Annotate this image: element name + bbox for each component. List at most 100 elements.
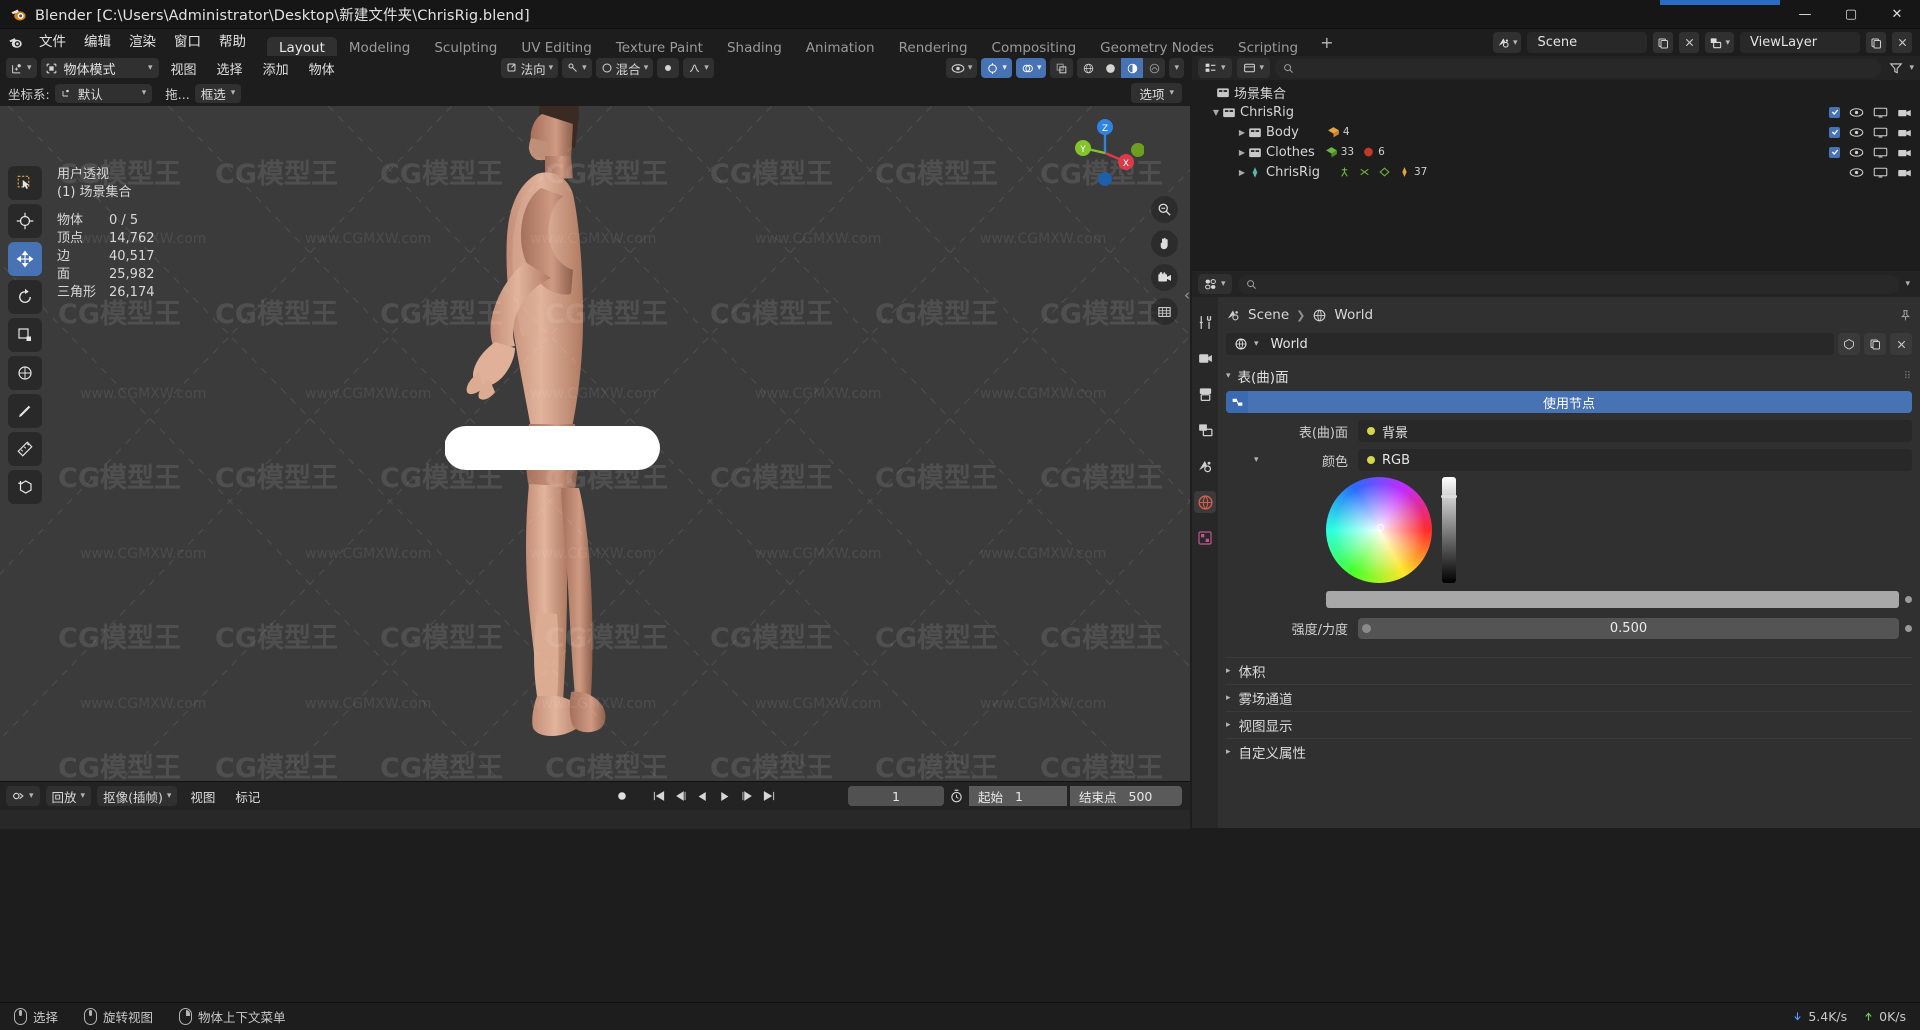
viewlayer-name-field[interactable]: ViewLayer: [1740, 32, 1860, 53]
sidebar-collapse-icon[interactable]: ‹: [1184, 286, 1190, 304]
outliner-row-chrisrig-collection[interactable]: ▼ ChrisRig: [1192, 102, 1920, 122]
hide-in-viewport-icon[interactable]: [1849, 167, 1864, 178]
timeline-menu-marker[interactable]: 标记: [228, 787, 267, 806]
viewport-menu-select[interactable]: 选择: [209, 59, 251, 78]
record-button[interactable]: [612, 786, 631, 806]
frame-end-field[interactable]: 结束点 500: [1070, 786, 1182, 806]
snap-toggle-button[interactable]: ▾: [562, 58, 592, 78]
color-wheel[interactable]: [1326, 477, 1432, 583]
interaction-mode-selector[interactable]: 物体模式 ▾: [40, 58, 159, 78]
scale-tool-button[interactable]: [8, 318, 42, 352]
viewport-menu-object[interactable]: 物体: [301, 59, 343, 78]
gizmo-toggle-button[interactable]: ▾: [981, 58, 1012, 78]
ortho-persp-toggle-icon[interactable]: [1151, 298, 1178, 325]
strength-drag-knob[interactable]: [1362, 624, 1371, 633]
animate-property-dot-icon[interactable]: [1905, 625, 1912, 632]
visibility-selector[interactable]: ▾: [945, 58, 978, 78]
surface-panel-header[interactable]: ▾ 表(曲)面 ⠿: [1226, 363, 1912, 389]
auto-key-icon[interactable]: [947, 786, 966, 806]
timeline-editor-type-button[interactable]: ▾: [6, 786, 40, 806]
timeline-menu-view[interactable]: 视图: [183, 787, 222, 806]
outliner-row-clothes[interactable]: ▶ Clothes 33 6: [1192, 142, 1920, 162]
add-workspace-button[interactable]: +: [1310, 29, 1343, 56]
orientation-value-field[interactable]: 默认 ▾: [54, 83, 153, 103]
volume-panel-header[interactable]: ▸ 体积: [1226, 657, 1912, 684]
add-cube-tool-button[interactable]: [8, 470, 42, 504]
solid-shading-button[interactable]: [1099, 58, 1121, 78]
minimize-button[interactable]: —: [1782, 0, 1828, 29]
exclude-checkbox[interactable]: [1829, 146, 1840, 158]
use-nodes-button[interactable]: 使用节点: [1226, 391, 1912, 413]
outliner-row-scene-collection[interactable]: 场景集合: [1192, 82, 1920, 102]
cursor-tool-button[interactable]: [8, 204, 42, 238]
outliner-editor-type-button[interactable]: ▾: [1198, 58, 1232, 78]
properties-search-input[interactable]: [1237, 274, 1900, 294]
current-frame-field[interactable]: 1: [848, 786, 944, 806]
world-datablock-selector[interactable]: ▾ World: [1226, 333, 1834, 355]
tool-properties-tab[interactable]: [1194, 311, 1216, 333]
fake-user-button[interactable]: [1838, 333, 1860, 355]
shading-mode-group[interactable]: [1077, 58, 1166, 78]
measure-tool-button[interactable]: [8, 432, 42, 466]
expander-icon[interactable]: ▶: [1236, 148, 1248, 157]
pin-icon[interactable]: [1899, 309, 1912, 322]
disable-in-viewports-icon[interactable]: [1873, 126, 1888, 138]
disable-in-renders-icon[interactable]: [1897, 127, 1912, 138]
camera-view-icon[interactable]: [1151, 264, 1178, 291]
surface-type-value[interactable]: 背景: [1358, 420, 1912, 442]
delete-scene-button[interactable]: [1679, 32, 1700, 53]
play-button[interactable]: [715, 786, 734, 806]
chevron-down-icon[interactable]: ▾: [1905, 279, 1914, 289]
filter-icon[interactable]: [1886, 58, 1905, 78]
proportional-falloff-toggle[interactable]: [657, 58, 680, 78]
jump-to-start-button[interactable]: [649, 786, 668, 806]
disable-in-viewports-icon[interactable]: [1873, 166, 1888, 178]
exclude-checkbox[interactable]: [1829, 126, 1840, 138]
viewport-menu-add[interactable]: 添加: [255, 59, 297, 78]
tweak-tool-button[interactable]: [8, 166, 42, 200]
xray-toggle-button[interactable]: [1050, 58, 1074, 78]
viewlayer-properties-tab[interactable]: [1194, 419, 1216, 441]
move-tool-button[interactable]: [8, 242, 42, 276]
navigation-gizmo[interactable]: Z X Y: [1066, 114, 1144, 192]
previous-keyframe-button[interactable]: [671, 786, 690, 806]
viewport-display-panel-header[interactable]: ▸ 视图显示: [1226, 711, 1912, 738]
play-reverse-button[interactable]: [693, 786, 712, 806]
jump-to-end-button[interactable]: [759, 786, 778, 806]
menu-window[interactable]: 窗口: [165, 29, 210, 56]
render-properties-tab[interactable]: [1194, 347, 1216, 369]
strength-value-field[interactable]: 0.500: [1358, 618, 1899, 639]
timeline-editor[interactable]: ▾ 回放 ▾ 抠像(插帧) ▾ 视图 标记 1 起始 1 结束点 500: [0, 781, 1190, 829]
properties-editor[interactable]: ▾ ▾ Scene ❯ World ▾ World ▾ 表(曲)面 ⠿ 使用节点…: [1192, 271, 1920, 828]
drag-action-field[interactable]: 框选 ▾: [194, 83, 242, 103]
maximize-button[interactable]: ▢: [1828, 0, 1874, 29]
outliner-row-chrisrig-armature[interactable]: ▶ ChrisRig 37: [1192, 162, 1920, 182]
world-properties-tab[interactable]: [1194, 491, 1216, 513]
scene-browse-icon[interactable]: ▾: [1492, 32, 1522, 53]
annotate-tool-button[interactable]: [8, 394, 42, 428]
expander-icon[interactable]: ▼: [1210, 108, 1222, 117]
outliner-row-body[interactable]: ▶ Body 4: [1192, 122, 1920, 142]
viewport-menu-view[interactable]: 视图: [163, 59, 205, 78]
outliner-display-mode-button[interactable]: ▾: [1236, 58, 1271, 78]
hide-in-viewport-icon[interactable]: [1849, 127, 1864, 138]
disable-in-renders-icon[interactable]: [1897, 107, 1912, 118]
disable-in-viewports-icon[interactable]: [1873, 146, 1888, 158]
chevron-down-icon[interactable]: ▾: [1254, 455, 1259, 465]
delete-viewlayer-button[interactable]: [1892, 32, 1912, 53]
shading-options-dropdown[interactable]: ▾: [1169, 58, 1184, 78]
expander-icon[interactable]: ▶: [1236, 168, 1248, 177]
hide-in-viewport-icon[interactable]: [1849, 147, 1864, 158]
unlink-world-button[interactable]: [1890, 333, 1912, 355]
scene-name-field[interactable]: Scene: [1527, 32, 1648, 53]
pan-hand-icon[interactable]: [1151, 230, 1178, 257]
outliner-search-input[interactable]: [1275, 58, 1882, 78]
viewport-options-button[interactable]: 选项 ▾: [1131, 83, 1182, 103]
overlays-toggle-button[interactable]: ▾: [1015, 58, 1047, 78]
zoom-icon[interactable]: [1151, 196, 1178, 223]
menu-render[interactable]: 渲染: [120, 29, 165, 56]
animate-property-dot-icon[interactable]: [1905, 596, 1912, 603]
new-viewlayer-button[interactable]: [1866, 32, 1886, 53]
new-scene-button[interactable]: [1653, 32, 1674, 53]
value-slider-knob[interactable]: [1441, 495, 1457, 498]
